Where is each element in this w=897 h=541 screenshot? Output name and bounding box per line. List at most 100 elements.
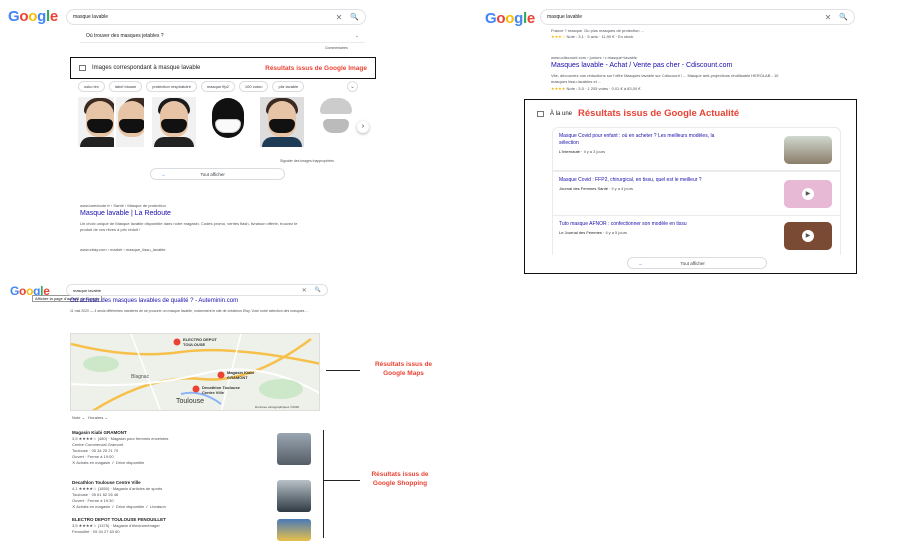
faq-question: Où trouver des masques jetables ? [86, 32, 164, 39]
result-url: www.cdiscount.com › juniors › r-masque+l… [551, 55, 637, 60]
image-icon [79, 65, 86, 71]
store-name[interactable]: Decathlon Toulouse Centre Ville [72, 480, 141, 485]
mask-image[interactable] [78, 97, 114, 147]
store-listing[interactable]: Magasin Kiabi GRAMONT 3,5 ★★★★☆ (480) · … [72, 430, 312, 466]
filter-hours[interactable]: Horaires [88, 415, 103, 420]
comments-link[interactable]: Commentaires [325, 46, 348, 50]
map-filters: Note ⌄ Horaires ⌄ [72, 415, 108, 420]
report-link[interactable]: Signaler des images inappropriées [280, 159, 334, 163]
news-title[interactable]: Masque Covid : FFP2, chirurgical, en tis… [559, 177, 719, 184]
faq-item[interactable]: Où trouver des masques jetables ? ⌄ [80, 29, 365, 43]
store-listing[interactable]: ELECTRO DEPOT TOULOUSE FENOUILLET 3,5 ★★… [72, 517, 312, 535]
news-title[interactable]: Tuto masque AFNOR : confectionner son mo… [559, 221, 719, 228]
google-logo[interactable]: Google [485, 10, 535, 27]
search-input[interactable]: masque lavable ✕ 🔍 [66, 9, 366, 25]
google-logo[interactable]: Google [8, 8, 58, 25]
store-city: Ouvert · Ferme à 19:30 [72, 498, 114, 503]
map-label: ELECTRO DEPOT TOULOUSE [183, 337, 218, 347]
chip[interactable]: protection respiratoire [146, 81, 197, 92]
store-city: Toulouse · 05 34 25 21 70 [72, 448, 119, 453]
store-address: Fenouillet · 05 34 27 63 60 [72, 529, 120, 534]
newspaper-icon [537, 110, 544, 117]
news-thumbnail [784, 136, 832, 164]
result-url: www.laredoute.fr › Santé › Masque de pro… [80, 203, 166, 208]
search-query: masque lavable [73, 287, 102, 293]
images-header[interactable]: Images correspondant à masque lavable [92, 65, 200, 71]
map-label: Magasin Kiabi GRAMONT [227, 370, 254, 380]
search-icon[interactable]: 🔍 [350, 13, 359, 21]
news-source: L'Internaute [559, 149, 581, 154]
map-credit: Données cartographiques ©2020 [255, 405, 300, 409]
chip[interactable]: masque ffp2 [200, 81, 235, 92]
play-icon[interactable]: ▶ [802, 188, 814, 200]
map[interactable]: ELECTRO DEPOT TOULOUSE Magasin Kiabi GRA… [70, 333, 320, 411]
search-icon[interactable]: 🔍 [839, 13, 848, 21]
store-rating: 4,1 ★★★★☆ (1850) · Magasin d'articles de… [72, 486, 163, 491]
store-tags: ✕ Achats en magasin ✓ Drive disponible [72, 460, 145, 465]
news-source: Journal des Femmes Santé [559, 186, 608, 191]
news-time: Il y a 4 jours [611, 186, 634, 191]
chip[interactable]: label blouse [108, 81, 143, 92]
news-time: Il y a 3 jours [583, 149, 606, 154]
play-icon[interactable]: ▶ [802, 230, 814, 242]
mask-image[interactable] [116, 97, 144, 147]
result-snippet: Un choix unique de Masque lavable dispon… [80, 221, 298, 232]
store-name[interactable]: ELECTRO DEPOT TOULOUSE FENOUILLET [72, 517, 166, 522]
chevron-down-icon: ⌄ [354, 32, 359, 39]
filter-rating[interactable]: Note [72, 415, 80, 420]
map-label: Blagnac [131, 374, 150, 380]
store-address: Centre Commercial Gramont [72, 442, 124, 447]
news-card[interactable]: Masque Covid pour enfant : où en acheter… [552, 127, 841, 171]
news-card[interactable]: Tuto masque AFNOR : confectionner son mo… [552, 215, 841, 255]
chip[interactable]: usko tex [78, 81, 105, 92]
search-query: masque lavable [547, 14, 583, 20]
search-input[interactable]: masque lavable ✕ 🔍 [66, 284, 328, 296]
news-thumbnail: ▶ [784, 222, 832, 250]
store-photo [277, 480, 311, 512]
result-title[interactable]: Où acheter des masques lavables de quali… [70, 298, 238, 304]
news-card[interactable]: Masque Covid : FFP2, chirurgical, en tis… [552, 171, 841, 215]
show-all-button[interactable]: → Tout afficher [627, 257, 767, 269]
news-source: Le Journal des Femmes [559, 230, 602, 235]
images-header-box: Images correspondant à masque lavable Ré… [70, 57, 376, 79]
store-photo [277, 433, 311, 465]
search-query: masque lavable [73, 14, 109, 20]
mask-image[interactable] [260, 97, 304, 147]
shopping-pointer-line [324, 480, 360, 481]
store-address: Toulouse · 05 61 62 26 46 [72, 492, 119, 497]
store-hours: Ouvert · Ferme à 19:00 [72, 454, 114, 459]
news-title[interactable]: Masque Covid pour enfant : où en acheter… [559, 133, 719, 147]
search-icon[interactable]: 🔍 [315, 287, 321, 293]
store-name[interactable]: Magasin Kiabi GRAMONT [72, 430, 127, 435]
news-thumbnail: ▶ [784, 180, 832, 208]
chip[interactable]: pliz lavable [272, 81, 305, 92]
news-time: Il y a 5 jours [605, 230, 628, 235]
shopping-annotation: Résultats issus de Google Shopping [371, 471, 429, 487]
result-title[interactable]: Masques lavable - Achat / Vente pas cher… [551, 62, 732, 69]
chip[interactable]: 100 coton [238, 81, 269, 92]
shopping-bracket [323, 430, 324, 538]
mask-image[interactable] [206, 97, 250, 147]
mask-image[interactable] [152, 97, 196, 147]
mask-image[interactable] [314, 97, 358, 147]
maps-pointer-line [326, 370, 360, 371]
news-header-label: À la une [550, 110, 573, 117]
result-snippet: 11 mai 2020 — 4 seuls différentes manièr… [70, 309, 309, 313]
next-result-url: www.ebay.com › market › masque_tissu_lav… [80, 247, 166, 252]
map-label: Decathlon Toulouse Centre Ville [202, 385, 240, 395]
store-photo [277, 519, 311, 541]
news-annotation: Résultats issus de Google Actualité [578, 108, 740, 119]
chevron-down-icon[interactable]: ⌄ [347, 81, 358, 92]
result-title[interactable]: Masque lavable | La Redoute [80, 210, 171, 217]
show-all-label: Tout afficher [200, 171, 225, 177]
images-annotation: Résultats issus de Google Image [265, 64, 367, 72]
chevron-right-icon[interactable]: › [357, 121, 369, 133]
search-input[interactable]: masque lavable ✕ 🔍 [540, 9, 855, 25]
store-tags: ✕ Achats en magasin ✓ Drive disponible ✓… [72, 504, 166, 509]
arrow-right-icon: → [638, 260, 643, 266]
clear-icon[interactable]: ✕ [825, 13, 832, 22]
store-listing[interactable]: Decathlon Toulouse Centre Ville 4,1 ★★★★… [72, 480, 312, 510]
clear-icon[interactable]: ✕ [336, 13, 343, 22]
show-all-button[interactable]: → Tout afficher [150, 168, 285, 180]
clear-icon[interactable]: ✕ [302, 287, 307, 294]
